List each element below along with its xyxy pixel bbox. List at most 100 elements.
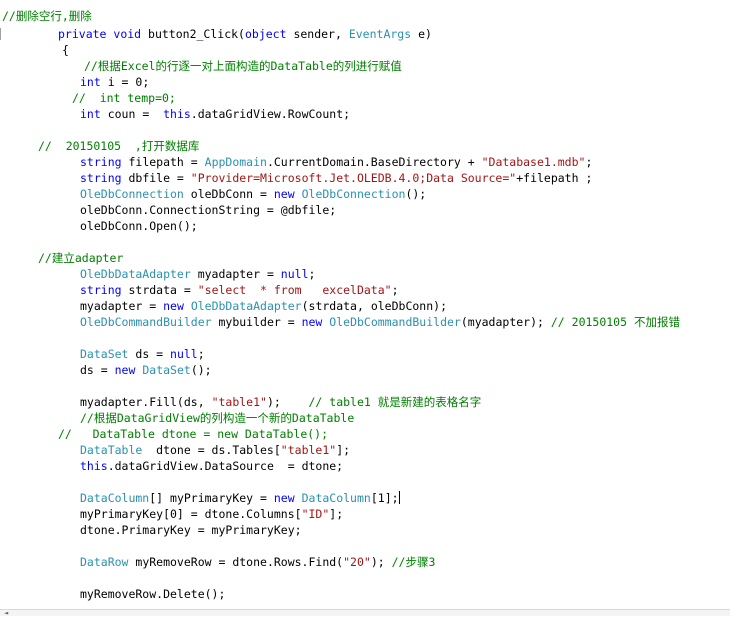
code-token: "table1" (280, 443, 337, 457)
code-token: i = 0; (100, 75, 150, 89)
code-token: ; (585, 155, 593, 169)
gutter-marker (0, 28, 1, 40)
code-token: //步骤3 (391, 555, 436, 569)
code-token: EventArgs (348, 27, 412, 41)
code-line: myadapter.Fill(ds, "table1"); // table1 … (80, 394, 481, 410)
code-token: DataTable (80, 443, 143, 457)
code-token: (strdata, oleDbConn); (301, 299, 447, 313)
code-line: myadapter = new OleDbDataAdapter(strdata… (80, 298, 447, 314)
code-token: null (280, 267, 309, 281)
code-line: DataRow myRemoveRow = dtone.Rows.Find("2… (80, 554, 435, 570)
code-token: "20" (343, 555, 371, 569)
code-token: //根据DataGridView的列构造一个新的DataTable (80, 411, 355, 425)
code-line: // 20150105 ,打开数据库 (38, 138, 199, 154)
code-token: ); (370, 555, 392, 569)
code-token: object (244, 27, 287, 41)
scroll-left-arrow-icon[interactable]: ◄ (4, 610, 8, 617)
code-line: // int temp=0; (72, 90, 176, 106)
code-token: [] myPrimaryKey = (149, 491, 274, 505)
code-line: OleDbDataAdapter myadapter = null; (80, 266, 315, 282)
code-line: //根据Excel的行逐一对上面构造的DataTable的列进行赋值 (84, 58, 402, 74)
code-line: //根据DataGridView的列构造一个新的DataTable (80, 410, 354, 426)
code-token: int (80, 107, 101, 121)
code-line: this.dataGridView.DataSource = dtone; (80, 458, 343, 474)
code-token: new (114, 363, 136, 377)
code-token: string (80, 155, 122, 169)
code-token: string (80, 283, 122, 297)
code-token: (); (405, 187, 427, 201)
horizontal-scrollbar[interactable]: ◄ (0, 609, 730, 617)
code-token: this (163, 107, 191, 121)
code-token: OleDbDataAdapter (80, 267, 191, 281)
code-token: DataSet (142, 363, 191, 377)
code-token: [1]; (370, 491, 399, 505)
code-token: AppDomain (204, 155, 267, 169)
code-line: myRemoveRow.Delete(); (80, 586, 225, 602)
code-token: int (80, 75, 101, 89)
code-line: DataTable dtone = ds.Tables["table1"]; (80, 442, 350, 458)
code-token: { (62, 43, 69, 57)
code-token: // 20150105 ,打开数据库 (38, 139, 200, 153)
code-token: null (170, 347, 198, 361)
code-token: ; (308, 267, 316, 281)
code-token: "Provider=Microsoft.Jet.OLEDB.4.0;Data S… (190, 171, 517, 185)
code-line: string strdata = "select * from excelDat… (80, 282, 399, 298)
code-line: oleDbConn.Open(); (80, 218, 198, 234)
code-token: (); (190, 363, 212, 377)
code-token: .CurrentDomain.BaseDirectory + (266, 155, 482, 169)
code-token: DataColumn (301, 491, 371, 505)
code-token: oleDbConn = (183, 187, 274, 201)
code-line: // DataTable dtone = new DataTable(); (58, 426, 328, 442)
code-token: string (80, 171, 122, 185)
code-line: ds = new DataSet(); (80, 362, 212, 378)
code-line: string dbfile = "Provider=Microsoft.Jet.… (80, 170, 592, 186)
code-token: ]; (329, 507, 344, 521)
code-token: OleDbCommandBuilder (329, 315, 461, 329)
code-token: e) (411, 27, 432, 41)
code-token: ds = (128, 347, 171, 361)
code-token: OleDbConnection (80, 187, 184, 201)
code-token: DataColumn (80, 491, 150, 505)
code-line: OleDbConnection oleDbConn = new OleDbCon… (80, 186, 426, 202)
code-line: myPrimaryKey[0] = dtone.Columns["ID"]; (80, 506, 343, 522)
code-token: // int temp=0; (72, 91, 176, 105)
code-token: // 20150105 不加报错 (550, 315, 680, 329)
code-line: private void button2_Click(object sender… (58, 26, 432, 42)
code-token: myadapter.Fill(ds, (80, 395, 212, 409)
code-token: ; (197, 347, 205, 361)
code-token: new (273, 491, 295, 505)
code-token: OleDbDataAdapter (190, 299, 302, 313)
code-token: DataRow (80, 555, 129, 569)
code-token: void (113, 27, 142, 41)
code-line: DataSet ds = null; (80, 346, 205, 362)
code-token: mybuilder = (211, 315, 302, 329)
code-token: sender, (286, 27, 349, 41)
code-token: (myadapter); (460, 315, 551, 329)
code-token: strdata = (121, 283, 198, 297)
code-token: dtone.PrimaryKey = myPrimaryKey; (80, 523, 302, 537)
code-line: DataColumn[] myPrimaryKey = new DataColu… (80, 490, 400, 506)
code-token: filepath = (121, 155, 205, 169)
code-token: //删除空行,删除 (2, 9, 92, 23)
code-token: "ID" (301, 507, 330, 521)
code-token: "Database1.mdb" (481, 155, 586, 169)
code-token: coun = (100, 107, 164, 121)
code-editor[interactable]: //删除空行,删除 private void button2_Click(obj… (0, 0, 730, 616)
code-token: // DataTable dtone = new DataTable(); (58, 427, 329, 441)
code-token: button2_Click( (141, 27, 245, 41)
code-token: myadapter = (190, 267, 281, 281)
code-line: //建立adapter (38, 250, 123, 266)
code-token: dbfile = (121, 171, 191, 185)
code-token: "table1" (211, 395, 267, 409)
code-token: oleDbConn.ConnectionString = @dbfile; (80, 203, 337, 217)
code-token: new (301, 315, 323, 329)
code-token: ]; (336, 443, 351, 457)
code-token: .dataGridView.DataSource = dtone; (107, 459, 344, 473)
code-token: DataSet (80, 347, 129, 361)
code-token: private (58, 27, 107, 41)
code-token: OleDbConnection (301, 187, 406, 201)
code-token: //建立adapter (38, 251, 124, 265)
code-token: new (163, 299, 184, 313)
